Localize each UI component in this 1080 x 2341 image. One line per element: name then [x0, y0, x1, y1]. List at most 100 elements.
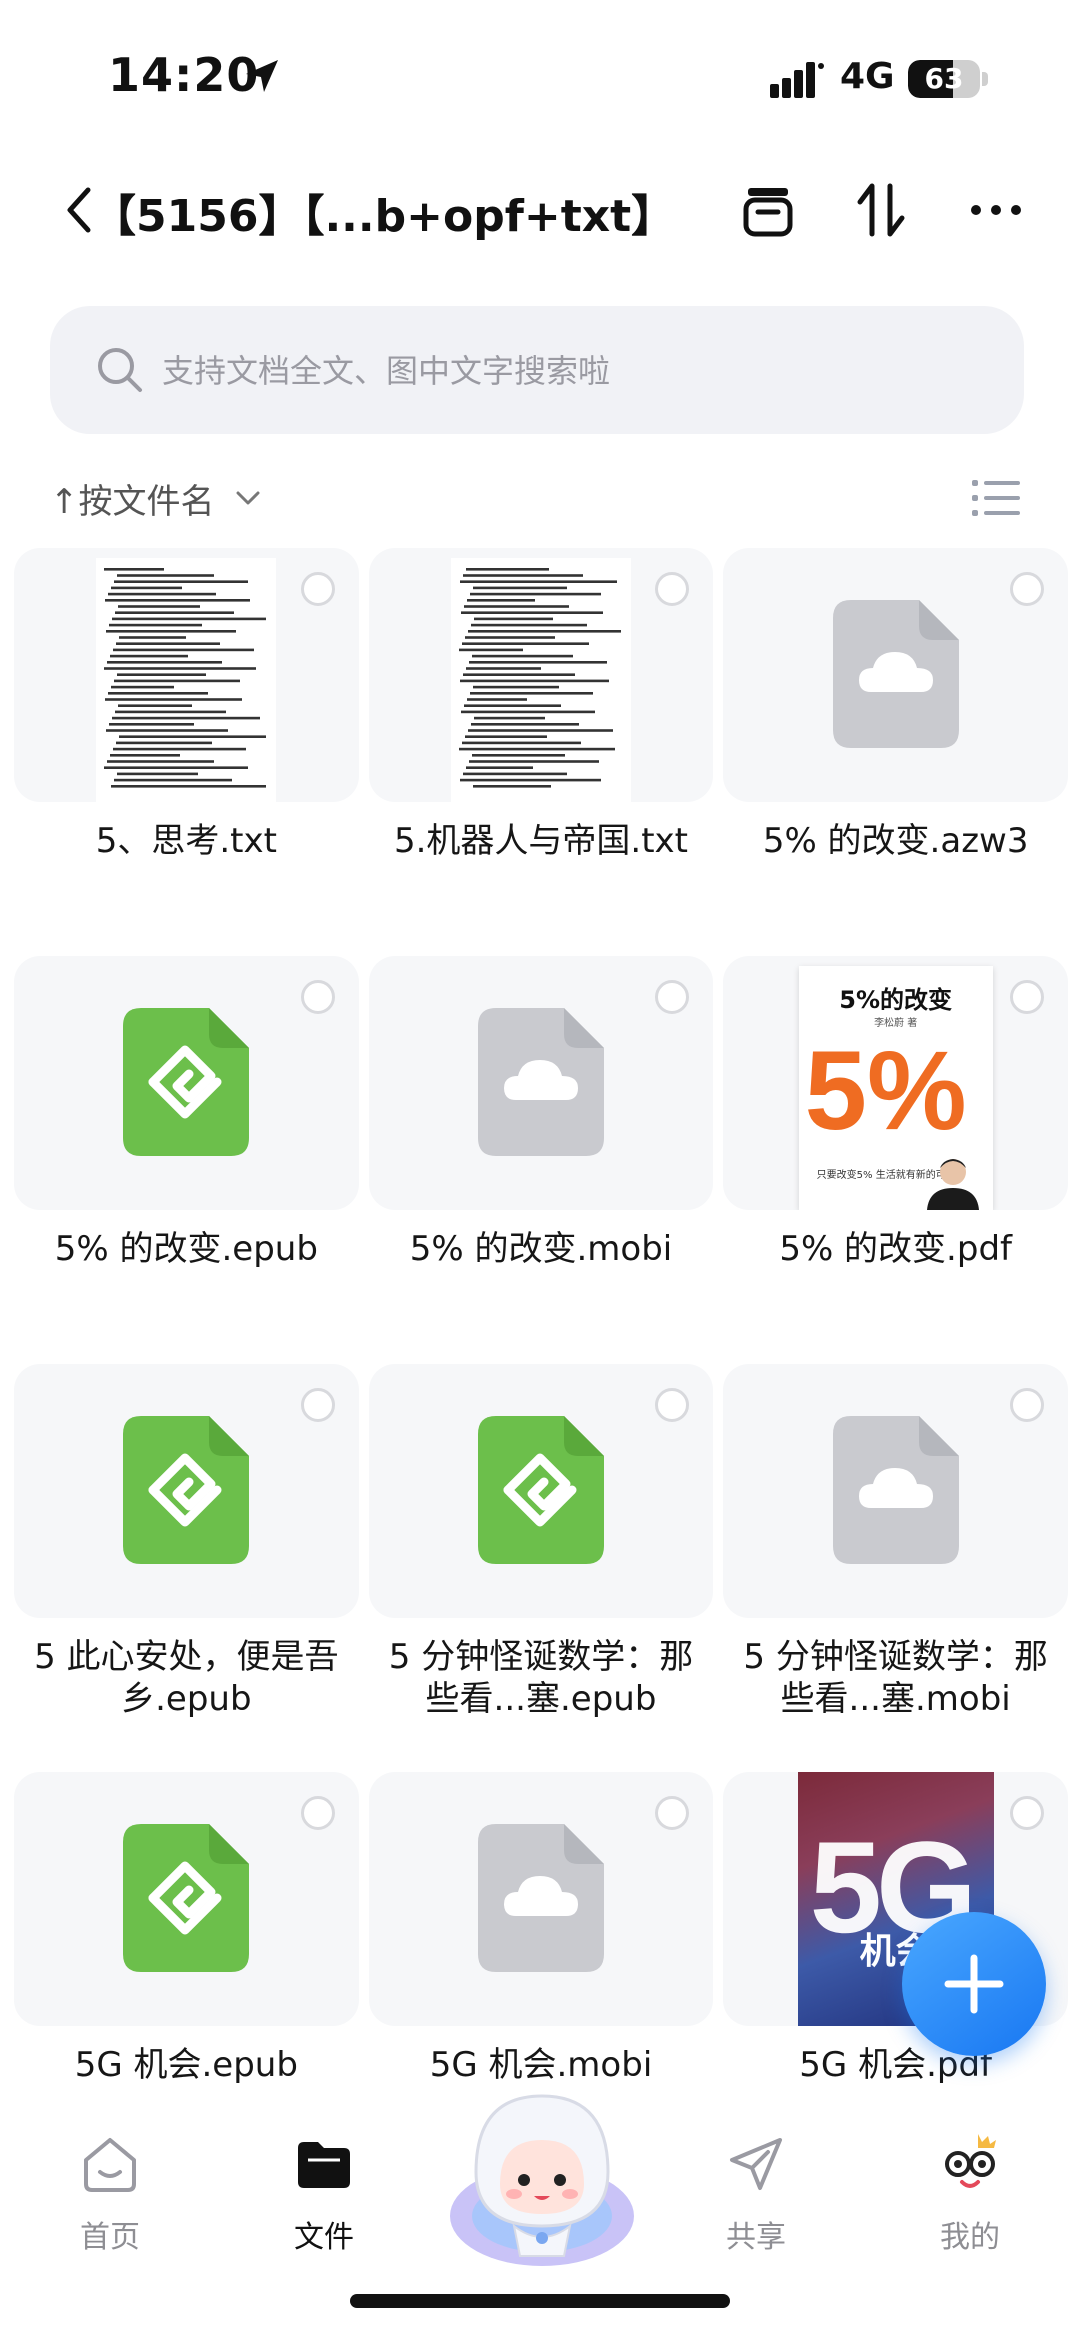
plus-icon — [944, 1954, 1004, 2014]
battery-percent: 63 — [924, 62, 964, 95]
file-item[interactable]: 5% 的改变.mobi — [368, 956, 714, 1322]
file-item[interactable]: 5.机器人与帝国.txt — [368, 548, 714, 914]
text-line — [471, 654, 573, 658]
epub-icon — [123, 1008, 250, 1156]
file-name: 5.机器人与帝国.txt — [393, 821, 688, 861]
text-line — [108, 592, 217, 596]
file-name: 5% 的改变.epub — [54, 1229, 318, 1269]
select-checkbox[interactable] — [655, 572, 690, 606]
text-line — [117, 673, 207, 676]
cloud-file-icon — [477, 1824, 604, 1972]
select-checkbox[interactable] — [1009, 572, 1044, 606]
cover-big-text: 5% — [804, 1028, 967, 1153]
text-line — [118, 704, 193, 707]
sort-by-name-button[interactable]: ↑按文件名 — [50, 474, 215, 523]
text-line — [471, 754, 565, 757]
tab-profile[interactable]: 我的 — [900, 2132, 1040, 2282]
sort-row: ↑按文件名 — [0, 460, 1080, 530]
add-button[interactable] — [902, 1912, 1046, 2056]
text-line — [465, 766, 533, 769]
share-icon — [730, 2138, 782, 2190]
text-line — [460, 611, 603, 614]
status-bar: 14:20 4G 63 — [0, 0, 1080, 150]
text-line — [112, 716, 261, 720]
location-arrow-icon — [246, 60, 278, 92]
text-line — [464, 636, 555, 639]
file-item[interactable]: 5%的改变 李松蔚 著 5% 只要改变5% 生活就有新的可能 5% 的改变.pd… — [723, 956, 1068, 1322]
text-line — [106, 630, 237, 633]
select-checkbox[interactable] — [655, 980, 690, 1014]
cloud-file-icon — [832, 1416, 959, 1564]
txt-preview — [450, 558, 631, 802]
file-item[interactable]: 5 此心安处，便是吾乡.epub — [14, 1364, 359, 1730]
text-line — [459, 778, 601, 782]
text-line — [119, 636, 187, 639]
text-line — [114, 679, 241, 683]
text-line — [118, 605, 201, 608]
tab-home[interactable]: 首页 — [40, 2132, 180, 2282]
tab-files[interactable]: 文件 — [254, 2132, 394, 2282]
file-thumbnail — [368, 548, 714, 802]
search-bar[interactable]: 支持文档全文、图中文字搜索啦 — [50, 306, 1024, 434]
file-name: 5G 机会.epub — [74, 2045, 298, 2085]
file-item[interactable]: 5 分钟怪诞数学：那些看...塞.epub — [368, 1364, 714, 1730]
file-thumbnail — [723, 548, 1068, 802]
file-name: 5 分钟怪诞数学：那些看...塞.mobi — [743, 1637, 1048, 1719]
text-line — [116, 741, 213, 745]
text-line — [472, 685, 559, 689]
cloud-file-icon — [477, 1008, 604, 1156]
select-checkbox[interactable] — [655, 1796, 690, 1830]
file-thumbnail — [368, 1772, 714, 2026]
mascot-icon[interactable] — [444, 2076, 640, 2272]
author-photo — [926, 1159, 979, 1210]
text-line — [117, 574, 215, 577]
file-name: 5% 的改变.pdf — [779, 1229, 1012, 1269]
text-line — [465, 667, 541, 670]
signal-bars-icon — [770, 62, 824, 98]
text-line — [458, 648, 523, 652]
list-view-icon[interactable] — [972, 478, 1020, 518]
file-item[interactable]: 5% 的改变.azw3 — [723, 548, 1068, 914]
file-name: 5 此心安处，便是吾乡.epub — [34, 1637, 339, 1719]
chevron-down-icon[interactable] — [232, 482, 264, 514]
text-line — [473, 716, 545, 720]
file-item[interactable]: 5 分钟怪诞数学：那些看...塞.mobi — [723, 1364, 1068, 1730]
file-item[interactable]: 5、思考.txt — [14, 548, 359, 914]
text-line — [469, 592, 601, 596]
select-checkbox[interactable] — [1009, 980, 1044, 1014]
select-checkbox[interactable] — [300, 980, 335, 1014]
file-item[interactable]: 5G 机会.mobi — [368, 1772, 714, 2093]
select-checkbox[interactable] — [300, 1388, 335, 1422]
file-name: 5、思考.txt — [95, 821, 277, 861]
text-line — [463, 704, 561, 707]
text-line — [106, 729, 229, 732]
file-name: 5% 的改变.azw3 — [762, 821, 1029, 861]
tab-share[interactable]: 共享 — [686, 2132, 826, 2282]
select-checkbox[interactable] — [1009, 1796, 1044, 1830]
select-checkbox[interactable] — [1009, 1388, 1044, 1422]
network-type: 4G — [840, 56, 895, 97]
select-checkbox[interactable] — [300, 572, 335, 606]
text-line — [462, 673, 575, 676]
text-line — [113, 747, 247, 751]
cover-title: 5%的改变 — [839, 986, 953, 1014]
text-line — [115, 611, 235, 614]
search-placeholder: 支持文档全文、图中文字搜索啦 — [162, 352, 611, 390]
text-line — [109, 723, 195, 726]
text-line — [108, 692, 209, 695]
archive-icon[interactable] — [738, 180, 798, 240]
text-line — [107, 760, 215, 763]
sort-arrows-icon[interactable] — [852, 180, 912, 240]
select-checkbox[interactable] — [300, 1796, 335, 1830]
home-indicator — [350, 2294, 730, 2308]
file-item[interactable]: 5% 的改变.epub — [14, 956, 359, 1322]
file-thumbnail — [14, 1772, 359, 2026]
text-line — [464, 735, 547, 738]
cloud-file-icon — [832, 600, 959, 748]
tab-label: 我的 — [940, 2220, 1000, 2255]
file-item[interactable]: 5G 机会.epub — [14, 1772, 359, 2093]
select-checkbox[interactable] — [655, 1388, 690, 1422]
text-line — [459, 679, 609, 683]
more-icon[interactable] — [966, 180, 1026, 240]
text-line — [116, 642, 221, 645]
